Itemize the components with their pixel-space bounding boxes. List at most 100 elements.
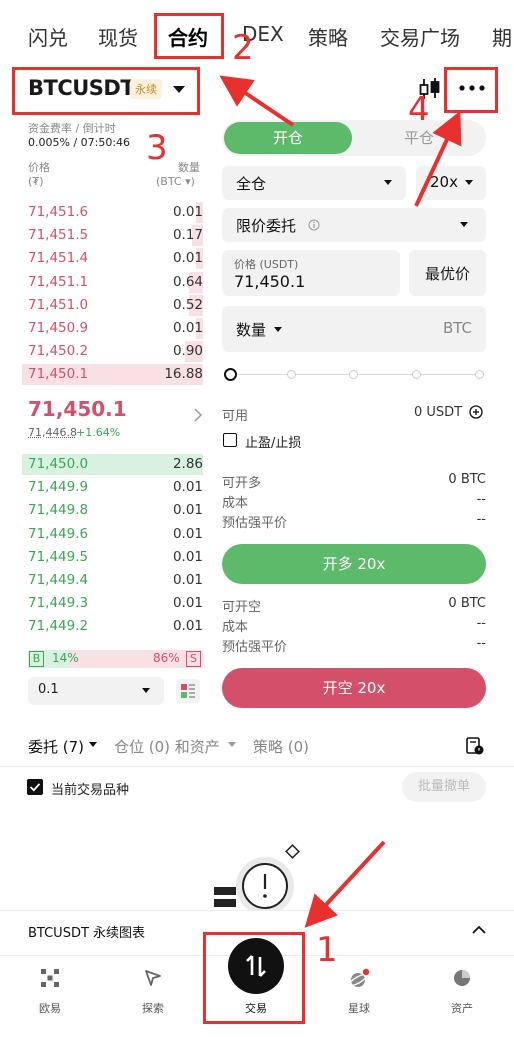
orderbook-layout-icon[interactable] (176, 679, 200, 703)
bid-row[interactable]: 71,449.2 0.01 (22, 615, 203, 637)
ask-qty: 0.90 (172, 343, 203, 360)
nav-assets[interactable] (412, 968, 512, 992)
price-input-value: 71,450.1 (234, 272, 306, 291)
bid-qty: 0.01 (172, 595, 203, 612)
last-price[interactable]: 71,450.1 (28, 397, 127, 421)
chevron-up-icon[interactable] (472, 925, 486, 934)
tab-strategy[interactable]: 策略 (308, 22, 348, 51)
quantity-slider-handle[interactable] (224, 368, 237, 381)
bid-row[interactable]: 71,450.0 2.86 (22, 453, 203, 475)
tab-open-position[interactable]: 开仓 (224, 122, 352, 154)
slider-step-50[interactable] (349, 370, 358, 379)
bid-price: 71,449.9 (28, 479, 89, 496)
ask-row[interactable]: 71,451.0 0.52 (22, 294, 203, 316)
bid-row[interactable]: 71,449.5 0.01 (22, 546, 203, 568)
open-long-button[interactable]: 开多 20x (222, 544, 486, 584)
quantity-label: 数量 (236, 321, 267, 339)
order-history-icon[interactable] (465, 736, 485, 756)
slider-step-100[interactable] (475, 370, 484, 379)
orders-dropdown-icon[interactable] (89, 742, 97, 747)
ask-price: 71,451.5 (28, 227, 89, 244)
buy-percent: 14% (52, 651, 79, 665)
annotation-number-3: 3 (146, 128, 168, 168)
nav-okx[interactable] (0, 968, 100, 992)
ask-row[interactable]: 71,450.2 0.90 (22, 340, 203, 363)
tab-swap[interactable]: 闪兑 (28, 22, 68, 51)
ask-price: 71,451.4 (28, 250, 89, 267)
current-symbol-checkbox[interactable] (27, 779, 43, 795)
batch-cancel-button[interactable]: 批量撤单 (402, 772, 486, 802)
chevron-right-icon[interactable] (194, 408, 202, 422)
leverage-select[interactable]: 20x (416, 166, 486, 200)
order-type-select[interactable]: 限价委托 (222, 208, 486, 242)
price-input[interactable]: 价格 (USDT) 71,450.1 (222, 250, 400, 296)
long-liq-price-label: 预估强平价 (222, 516, 288, 531)
ask-price: 71,450.2 (28, 343, 89, 360)
bid-row[interactable]: 71,449.8 0.01 (22, 499, 203, 521)
ask-row[interactable]: 71,451.6 0.01 (22, 201, 203, 223)
tab-more[interactable]: 期 (492, 22, 512, 51)
tab-spot[interactable]: 现货 (98, 22, 138, 51)
long-cost-value: -- (476, 492, 486, 507)
tab-positions-assets[interactable]: 仓位 (0) 和资产 (114, 736, 220, 757)
add-funds-icon[interactable] (469, 405, 483, 419)
sell-percent: 86% (153, 651, 180, 665)
slider-step-25[interactable] (287, 370, 296, 379)
tab-orders[interactable]: 委托 (7) (28, 736, 84, 757)
bid-qty: 0.01 (172, 479, 203, 496)
bid-row[interactable]: 71,449.4 0.01 (22, 569, 203, 591)
can-open-long-value: 0 BTC (448, 472, 486, 487)
bid-qty: 0.01 (172, 618, 203, 635)
ask-qty: 0.01 (172, 320, 203, 336)
precision-value: 0.1 (38, 682, 59, 697)
info-icon[interactable] (308, 219, 320, 231)
available-value: 0 USDT (414, 405, 463, 420)
bid-qty: 0.01 (172, 525, 203, 542)
open-short-button[interactable]: 开空 20x (222, 668, 486, 708)
top-tab-bar: 闪兑 现货 合约 DEX 策略 交易广场 期 (0, 0, 514, 72)
best-price-label: 最优价 (424, 265, 470, 283)
ask-price: 71,451.1 (28, 273, 89, 290)
bid-qty: 0.01 (172, 502, 203, 519)
long-liq-price-value: -- (476, 512, 486, 527)
ask-row[interactable]: 71,450.9 0.01 (22, 317, 203, 339)
tab-square[interactable]: 交易广场 (380, 22, 460, 51)
bid-qty: 0.01 (172, 572, 203, 588)
divider (0, 766, 514, 767)
compass-icon (145, 970, 161, 986)
precision-dropdown-icon (142, 688, 150, 693)
positions-dropdown-icon[interactable] (228, 742, 236, 747)
bid-price: 71,450.0 (28, 456, 89, 472)
short-cost-value: -- (476, 616, 486, 631)
funding-rate-label: 资金费率 / 倒计时 (28, 122, 116, 135)
quantity-dropdown-icon[interactable] (274, 327, 282, 332)
annotation-box-more (444, 67, 498, 113)
short-cost-label: 成本 (222, 620, 249, 635)
ask-row[interactable]: 71,451.1 0.64 (22, 271, 203, 293)
ask-row[interactable]: 71,451.5 0.17 (22, 224, 203, 247)
nav-explore[interactable] (103, 968, 203, 992)
orderbook-qty-unit[interactable]: (BTC ▾) (156, 175, 195, 188)
bid-price: 71,449.8 (28, 502, 89, 519)
tab-strategy-orders[interactable]: 策略 (0) (253, 736, 309, 757)
bid-row[interactable]: 71,449.6 0.01 (22, 523, 203, 545)
ask-qty: 0.52 (172, 296, 203, 313)
order-type-dropdown-icon (460, 222, 468, 227)
margin-mode-select[interactable]: 全仓 (222, 166, 406, 200)
tab-close-position[interactable]: 平仓 (355, 122, 483, 154)
precision-select[interactable]: 0.1 (28, 677, 164, 705)
ask-row[interactable]: 71,451.4 0.01 (22, 247, 203, 270)
best-price-button[interactable]: 最优价 (409, 250, 486, 296)
bid-row[interactable]: 71,449.3 0.01 (22, 592, 203, 614)
tpsl-checkbox[interactable] (223, 433, 237, 447)
ask-price: 71,450.9 (28, 320, 89, 336)
ask-row[interactable]: 71,450.1 16.88 (22, 363, 203, 386)
bid-row[interactable]: 71,449.9 0.01 (22, 476, 203, 498)
current-symbol-label: 当前交易品种 (51, 783, 130, 798)
sell-badge: S (186, 651, 201, 667)
ask-qty: 0.64 (172, 273, 203, 290)
quantity-input[interactable]: 数量 BTC (222, 306, 486, 352)
can-open-short-value: 0 BTC (448, 596, 486, 611)
nav-planet[interactable] (309, 968, 409, 994)
slider-step-75[interactable] (412, 370, 421, 379)
